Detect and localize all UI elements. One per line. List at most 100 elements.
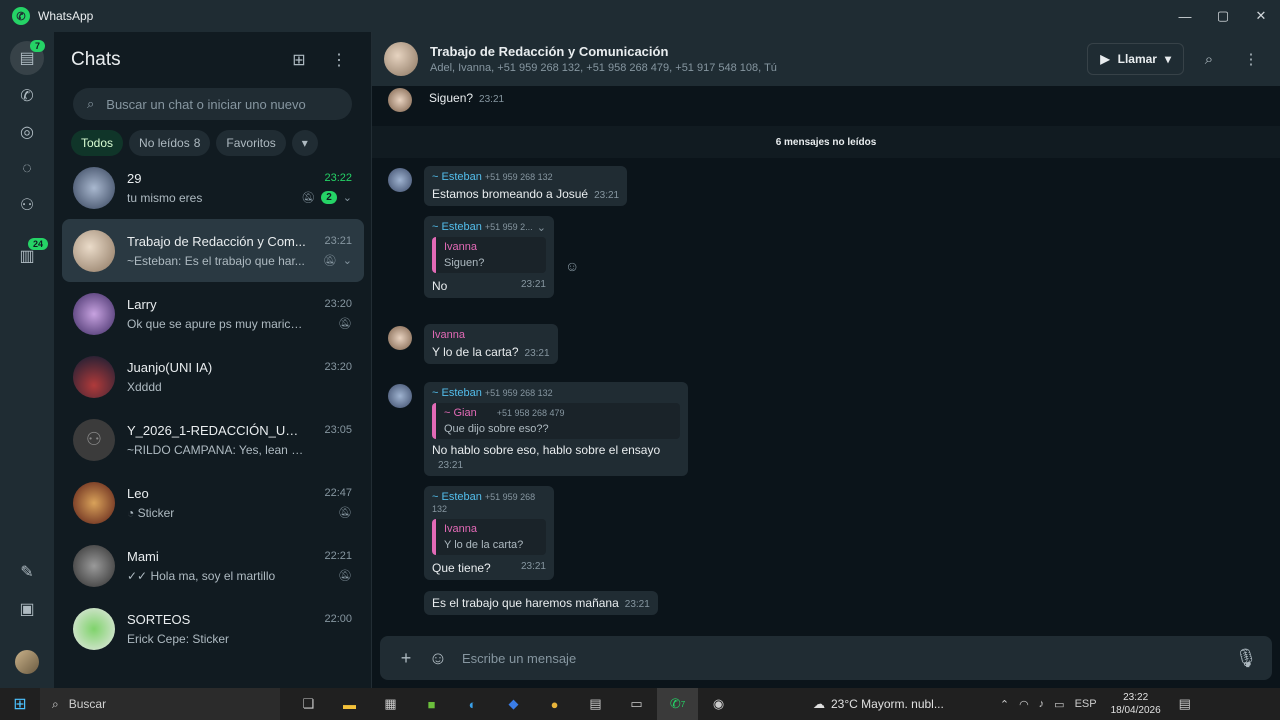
quoted-message[interactable]: ~ Gian +51 958 268 479 Que dijo sobre eso… xyxy=(432,403,680,439)
weather-text: 23°C Mayorm. nubl... xyxy=(831,697,944,711)
message-input[interactable]: Escribe un mensaje xyxy=(462,651,1234,666)
chevron-down-icon[interactable]: ⌄ xyxy=(343,254,352,267)
conversation-header[interactable]: Trabajo de Redacción y Comunicación Adel… xyxy=(372,32,1280,86)
media-gallery-icon[interactable]: ▣ xyxy=(13,595,41,623)
chat-row[interactable]: ⚇ Y_2026_1-REDACCIÓN_UNI_... 23:05 ~RILDO… xyxy=(62,408,364,471)
search-icon: ⌕ xyxy=(52,696,59,711)
sender-avatar xyxy=(388,168,412,192)
sender-phone: +51 959 268 132 xyxy=(484,172,553,182)
obs-icon[interactable]: ◉ xyxy=(698,688,739,720)
profile-avatar[interactable] xyxy=(15,650,39,674)
search-bar[interactable]: ⌕ Buscar un chat o iniciar uno nuevo xyxy=(73,88,352,120)
battery-icon[interactable]: ▭ xyxy=(1054,698,1064,711)
quote-phone: +51 958 268 479 xyxy=(496,408,565,418)
sender-name: Ivanna xyxy=(432,329,466,341)
wifi-icon[interactable]: ◠ xyxy=(1019,698,1029,711)
taskbar-search-label: Buscar xyxy=(68,697,107,711)
chat-preview: ~Esteban: Es el trabajo que har... xyxy=(127,253,305,268)
file-explorer-icon[interactable]: ▬ xyxy=(329,688,370,720)
message-time: 23:21 xyxy=(520,279,546,290)
maximize-button[interactable]: ▢ xyxy=(1204,0,1242,32)
title-bar: ✆ WhatsApp — ▢ ✕ xyxy=(0,0,1280,32)
chat-name: Leo xyxy=(127,485,149,501)
chat-avatar xyxy=(73,607,115,650)
muted-bell-icon: 🔕︎ xyxy=(338,318,352,330)
roblox-icon[interactable]: ◆ xyxy=(493,688,534,720)
window-controls: — ▢ ✕ xyxy=(1166,0,1280,32)
message-time: 23:21 xyxy=(624,599,650,610)
notifications-icon[interactable]: ▤ xyxy=(1179,696,1191,712)
video-call-icon: ▶ xyxy=(1100,52,1110,66)
calls-nav-icon[interactable]: ✆ xyxy=(13,82,41,110)
chat-sidebar: Chats ⊞ ⋮ ⌕ Buscar un chat o iniciar uno… xyxy=(54,32,372,688)
filter-all[interactable]: Todos xyxy=(71,130,124,156)
taskbar-search[interactable]: ⌕ Buscar xyxy=(40,688,280,720)
new-chat-icon[interactable]: ⊞ xyxy=(284,45,314,75)
sender-phone: +51 959 268 132 xyxy=(484,388,553,398)
message-bubble[interactable]: ~ Esteban +51 959 268 132 Ivanna Y lo de … xyxy=(424,486,554,580)
taskbar-clock[interactable]: 23:22 18/04/2026 xyxy=(1111,691,1161,717)
message-bubble[interactable]: ~ Esteban +51 959 2... ⌄ Ivanna Siguen? No… xyxy=(424,216,554,298)
minimize-button[interactable]: — xyxy=(1166,0,1204,32)
search-icon: ⌕ xyxy=(87,96,95,111)
minecraft-icon[interactable]: ■ xyxy=(411,688,452,720)
chat-row[interactable]: Larry 23:20 Ok que se apure ps muy marico… xyxy=(62,282,364,345)
sender-name: ~ Esteban xyxy=(432,387,482,399)
chat-row[interactable]: Mami 22:21 ✓✓ Hola ma, soy el martillo 🔕︎ xyxy=(62,534,364,597)
chrome-icon[interactable]: ● xyxy=(534,688,575,720)
message-bubble[interactable]: Siguen? 23:21 xyxy=(424,86,512,110)
chevron-down-icon[interactable]: ⌄ xyxy=(537,221,546,234)
navigation-rail: ▤ 7 ✆ ◎ ◌ ⚇ ▥ 24 ✎ ▣ xyxy=(0,32,54,688)
notepad-icon[interactable]: ▤ xyxy=(575,688,616,720)
message-bubble[interactable]: ~ Esteban +51 959 268 132 Estamos bromean… xyxy=(424,166,628,206)
chevron-down-icon[interactable]: ⌄ xyxy=(343,191,352,204)
attach-plus-icon[interactable]: + xyxy=(394,648,418,669)
search-input[interactable]: Buscar un chat o iniciar uno nuevo xyxy=(106,97,305,112)
task-view-icon[interactable]: ❏ xyxy=(288,688,329,720)
message-bubble[interactable]: ~ Esteban +51 959 268 132 ~ Gian +51 958 2… xyxy=(424,382,688,476)
chevron-up-icon[interactable]: ⌃ xyxy=(1000,698,1009,711)
group-avatar[interactable] xyxy=(384,42,418,76)
emoji-reaction-icon[interactable]: ☺ xyxy=(565,258,579,274)
weather-widget[interactable]: ☁ 23°C Mayorm. nubl... xyxy=(813,697,944,711)
channels-nav-icon[interactable]: ◌ xyxy=(13,155,41,183)
message-bubble[interactable]: Es el trabajo que haremos mañana 23:21 xyxy=(424,591,658,615)
chat-row[interactable]: Leo 22:47 ◔ Sticker 🔕︎ xyxy=(62,471,364,534)
close-button[interactable]: ✕ xyxy=(1242,0,1280,32)
chat-row[interactable]: Juanjo(UNI IA) 23:20 Xdddd xyxy=(62,345,364,408)
communities-nav-icon[interactable]: ⚇ xyxy=(13,191,41,219)
cloud-sun-icon: ☁ xyxy=(813,697,825,711)
language-indicator[interactable]: ESP xyxy=(1075,698,1097,710)
quoted-message[interactable]: Ivanna Y lo de la carta? xyxy=(432,519,546,555)
windows-start-icon[interactable]: ⊞ xyxy=(0,694,40,714)
store-icon[interactable]: ▦ xyxy=(370,688,411,720)
sticker-emoji-icon[interactable]: ☺ xyxy=(426,648,450,669)
search-messages-icon[interactable]: ⌕ xyxy=(1192,42,1226,76)
chat-time: 23:21 xyxy=(324,235,352,247)
chat-name: 29 xyxy=(127,170,142,186)
filter-more-dropdown[interactable]: ▾ xyxy=(291,130,318,156)
chat-row[interactable]: 29 23:22 tu mismo eres 🔕︎ 2 ⌄ xyxy=(62,156,364,219)
status-nav-icon[interactable]: ◎ xyxy=(13,118,41,146)
message-time: 23:21 xyxy=(594,190,620,201)
edge-icon[interactable]: ◐ xyxy=(452,688,493,720)
whatsapp-taskbar-icon[interactable]: ✆ 7 xyxy=(657,688,698,720)
message-bubble[interactable]: Ivanna Y lo de la carta? 23:21 xyxy=(424,324,558,364)
chat-avatar xyxy=(73,544,115,587)
quoted-message[interactable]: Ivanna Siguen? xyxy=(432,237,546,273)
message-time: 23:21 xyxy=(520,561,546,572)
chat-avatar xyxy=(73,229,115,272)
chat-row-selected[interactable]: Trabajo de Redacción y Com... 23:21 ~Este… xyxy=(62,219,364,282)
menu-dots-icon[interactable]: ⋮ xyxy=(324,45,354,75)
starred-messages-icon[interactable]: ✎ xyxy=(13,558,41,586)
terminal-icon[interactable]: ▭ xyxy=(616,688,657,720)
volume-icon[interactable]: ♪ xyxy=(1039,698,1045,710)
filter-favorites[interactable]: Favoritos xyxy=(216,130,286,156)
conversation-menu-icon[interactable]: ⋮ xyxy=(1234,42,1268,76)
call-button[interactable]: ▶ Llamar ▾ xyxy=(1087,43,1184,75)
chat-row[interactable]: SORTEOS 22:00 Erick Cepe: Sticker xyxy=(62,597,364,660)
filter-unread[interactable]: No leídos 8 xyxy=(129,130,211,156)
microphone-icon[interactable]: 🎙︎ xyxy=(1234,648,1258,669)
message-sender: ~ Esteban +51 959 268 132 xyxy=(432,387,680,399)
chat-time: 22:21 xyxy=(324,550,352,562)
